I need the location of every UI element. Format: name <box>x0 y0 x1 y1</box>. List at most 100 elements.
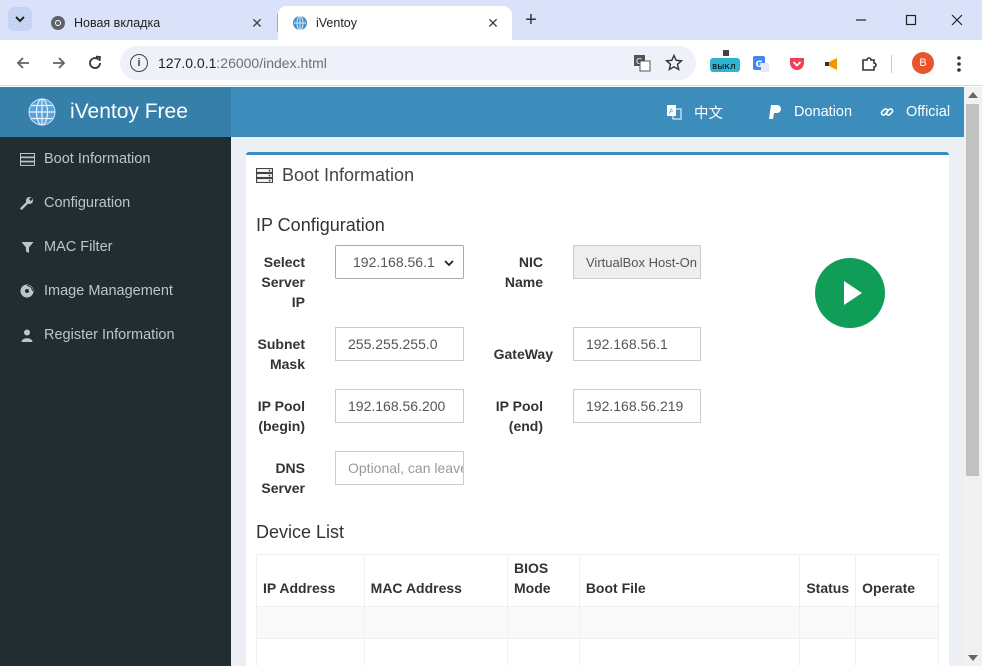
nic-name-field: VirtualBox Host-On <box>573 245 701 279</box>
sidebar-item-label: MAC Filter <box>44 239 113 255</box>
bookmark-star-icon[interactable] <box>664 53 684 73</box>
pocket-icon[interactable] <box>786 53 808 75</box>
donation-label: Donation <box>794 104 853 120</box>
filter-icon <box>17 241 37 254</box>
more-menu-icon[interactable] <box>948 53 970 75</box>
sidebar-item-label: Register Information <box>44 327 175 343</box>
table-cell <box>256 638 365 666</box>
minimize-icon <box>856 19 866 21</box>
iventoy-globe-icon <box>28 98 56 126</box>
chrome-icon <box>51 16 65 30</box>
dns-server-label: DNS Server <box>261 460 305 496</box>
column-header-operate[interactable]: Operate <box>855 554 939 607</box>
close-icon <box>951 14 963 26</box>
column-header-mac-address[interactable]: MAC Address <box>363 554 509 607</box>
column-header-boot-file[interactable]: Boot File <box>578 554 801 607</box>
donation-link[interactable]: Donation <box>768 87 852 137</box>
sidebar-item-label: Configuration <box>44 195 131 211</box>
tab-search-button[interactable] <box>8 7 32 31</box>
column-header-status[interactable]: Status <box>799 554 857 607</box>
forward-arrow-icon <box>53 57 66 69</box>
language-link[interactable]: A 中文 <box>666 87 723 137</box>
reload-button[interactable] <box>82 50 108 76</box>
paypal-icon <box>768 104 782 120</box>
browser-toolbar: i 127.0.0.1:26000/index.html G выкл G <box>0 40 982 86</box>
scrollbar-thumb[interactable] <box>966 104 979 476</box>
column-header-ip-address[interactable]: IP Address <box>256 554 365 607</box>
maximize-button[interactable] <box>896 8 926 32</box>
sidebar: Boot Information Configuration MAC Filte… <box>0 137 231 666</box>
tab-new-tab[interactable]: Новая вкладка ✕ <box>36 6 276 40</box>
server-icon <box>17 152 37 166</box>
profile-avatar[interactable]: B <box>912 52 934 74</box>
translate-icon[interactable]: G <box>632 53 652 73</box>
disc-icon <box>17 284 37 298</box>
minimize-button[interactable] <box>846 8 876 32</box>
table-cell <box>799 606 857 639</box>
extensions-puzzle-icon[interactable] <box>858 53 880 75</box>
sidebar-item-label: Image Management <box>44 283 173 299</box>
table-row <box>256 638 939 666</box>
tab-title: Новая вкладка <box>74 16 161 30</box>
new-tab-button[interactable]: + <box>520 9 542 31</box>
server-ip-select[interactable]: 192.168.56.1 <box>335 245 464 279</box>
table-cell <box>578 638 801 666</box>
scroll-down-arrow-icon[interactable] <box>968 655 978 661</box>
google-translate-icon[interactable]: G <box>750 53 772 75</box>
user-icon <box>17 329 37 342</box>
svg-text:выкл: выкл <box>712 62 736 72</box>
close-tab-icon[interactable]: ✕ <box>484 14 502 32</box>
sidebar-item-image-management[interactable]: Image Management <box>0 269 231 313</box>
tab-iventoy[interactable]: iVentoy ✕ <box>278 6 512 40</box>
toolbar-divider <box>890 53 892 75</box>
page-scrollbar[interactable] <box>964 87 982 666</box>
server-ip-selected-value: 192.168.56.1 <box>353 254 435 270</box>
sidebar-item-configuration[interactable]: Configuration <box>0 181 231 225</box>
subnet-mask-input[interactable]: 255.255.255.0 <box>335 327 464 361</box>
gateway-label: GateWay <box>493 346 553 362</box>
boot-information-box: Boot Information IP Configuration Select… <box>246 152 949 666</box>
extension-toggle-icon[interactable]: выкл <box>710 50 740 72</box>
gateway-input[interactable]: 192.168.56.1 <box>573 327 701 361</box>
language-label: 中文 <box>694 105 723 122</box>
close-window-button[interactable] <box>942 8 972 32</box>
column-header-bios-mode[interactable]: BIOS Mode <box>507 554 580 607</box>
table-cell <box>855 638 939 666</box>
table-cell <box>507 638 580 666</box>
subnet-mask-label: Subnet Mask <box>257 336 305 372</box>
dns-server-input[interactable]: Optional, can leave empty <box>335 451 464 485</box>
tab-title: iVentoy <box>316 16 358 30</box>
sidebar-item-mac-filter[interactable]: MAC Filter <box>0 225 231 269</box>
address-bar[interactable]: i 127.0.0.1:26000/index.html G <box>120 46 696 80</box>
wrench-icon <box>17 196 37 210</box>
megaphone-icon[interactable] <box>822 53 844 75</box>
logo[interactable]: iVentoy Free <box>0 87 231 137</box>
sidebar-item-boot-information[interactable]: Boot Information <box>0 137 231 181</box>
device-list-title: Device List <box>256 522 345 542</box>
table-cell <box>363 638 509 666</box>
box-title-text: Boot Information <box>282 165 415 185</box>
start-service-button[interactable] <box>815 258 885 328</box>
app-header: iVentoy Free A 中文 Donation Official <box>0 87 964 137</box>
chevron-down-icon <box>444 260 454 267</box>
server-icon <box>256 168 273 183</box>
language-icon: A <box>666 104 682 120</box>
forward-button[interactable] <box>46 50 72 76</box>
site-info-icon[interactable]: i <box>130 54 148 72</box>
link-icon <box>880 105 894 119</box>
back-button[interactable] <box>10 50 36 76</box>
official-link[interactable]: Official <box>880 87 950 137</box>
ip-pool-end-label: IP Pool (end) <box>495 398 543 434</box>
iventoy-globe-icon <box>293 15 307 31</box>
url-text[interactable]: 127.0.0.1:26000/index.html <box>158 55 327 71</box>
reload-icon <box>89 55 102 69</box>
ip-pool-end-input[interactable]: 192.168.56.219 <box>573 389 701 423</box>
play-icon <box>844 281 862 305</box>
scroll-up-arrow-icon[interactable] <box>968 92 978 98</box>
table-cell <box>256 606 365 639</box>
box-title: Boot Information <box>256 165 414 186</box>
sidebar-item-register-information[interactable]: Register Information <box>0 313 231 357</box>
ip-pool-begin-input[interactable]: 192.168.56.200 <box>335 389 464 423</box>
close-tab-icon[interactable]: ✕ <box>248 14 266 32</box>
table-header-row: IP Address MAC Address BIOS Mode Boot Fi… <box>256 554 939 607</box>
